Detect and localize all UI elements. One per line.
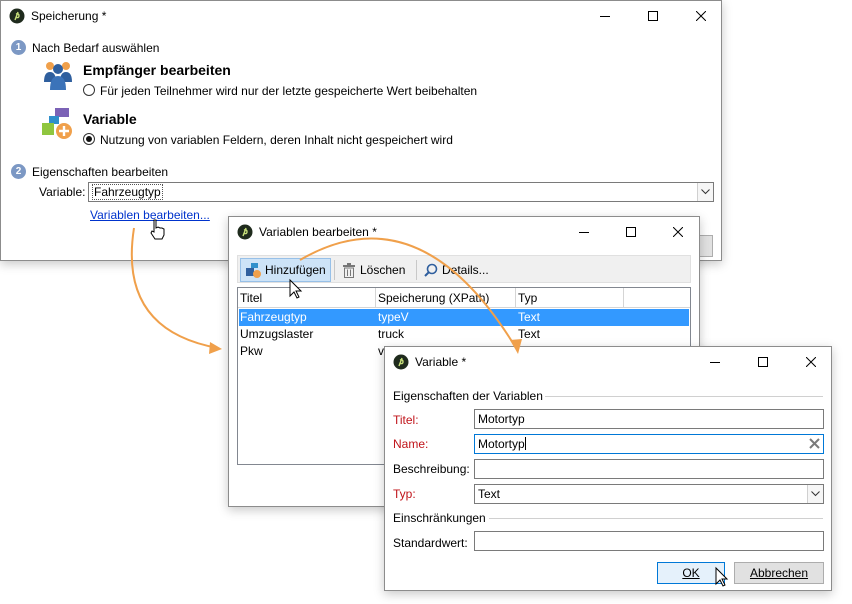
type-label: Typ: [393, 487, 416, 501]
cancel-button-label: Abbrechen [749, 566, 809, 580]
chevron-down-icon [701, 189, 710, 195]
text-caret [524, 437, 526, 450]
details-button[interactable]: Details... [420, 258, 493, 282]
variable-window: Variable * Eigenschaften der Variablen T… [384, 346, 832, 591]
variable-radio[interactable] [83, 133, 95, 145]
section-divider [489, 518, 823, 519]
recipient-option-heading: Empfänger bearbeiten [83, 62, 231, 78]
app-logo-icon [393, 354, 409, 370]
toolbar-separator [416, 260, 417, 280]
name-input-value: Motortyp [478, 437, 525, 451]
title-input[interactable]: Motortyp [474, 409, 824, 429]
add-icon [246, 263, 261, 278]
variable-select-label: Variable: [39, 185, 86, 199]
minimize-icon [710, 362, 720, 363]
default-value-label: Standardwert: [393, 536, 468, 550]
variable-window-title: Variable * [415, 355, 467, 369]
maximize-icon [626, 227, 636, 237]
close-button[interactable] [660, 217, 696, 247]
app-logo-icon [9, 8, 25, 24]
type-select-value: Text [478, 487, 501, 501]
column-divider[interactable] [375, 288, 376, 308]
callout-arrowhead [209, 342, 222, 354]
column-header-xpath[interactable]: Speicherung (XPath) [378, 291, 489, 305]
description-label: Beschreibung: [393, 462, 470, 476]
cell-title: Umzugslaster [240, 327, 314, 341]
clear-field-icon[interactable] [809, 438, 820, 449]
variable-titlebar[interactable]: Variable * [385, 347, 831, 377]
delete-button[interactable]: Löschen [338, 258, 409, 282]
variable-radio-label[interactable]: Nutzung von variablen Feldern, deren Inh… [100, 133, 453, 147]
close-icon [696, 11, 706, 21]
ok-button[interactable]: OK [657, 562, 725, 584]
maximize-button[interactable] [745, 347, 781, 377]
cell-title: Pkw [240, 344, 263, 358]
close-button[interactable] [793, 347, 829, 377]
column-divider[interactable] [623, 288, 624, 308]
variable-select[interactable]: Fahrzeugtyp [88, 182, 714, 202]
variable-select-dropdown[interactable] [697, 183, 713, 201]
minimize-button[interactable] [697, 347, 733, 377]
grid-header: Titel Speicherung (XPath) Typ [238, 288, 690, 308]
minimize-icon [579, 232, 589, 233]
cell-type: Text [518, 310, 541, 324]
section-divider [545, 396, 823, 397]
minimize-button[interactable] [587, 1, 623, 31]
main-window-title: Speicherung * [31, 9, 107, 23]
close-icon [673, 227, 683, 237]
close-icon [806, 357, 816, 367]
step-1-label: Nach Bedarf auswählen [32, 41, 160, 55]
section-properties-label: Eigenschaften der Variablen [393, 389, 543, 403]
add-button[interactable]: Hinzufügen [240, 258, 331, 282]
title-label: Titel: [393, 413, 419, 427]
variable-option-heading: Variable [83, 111, 137, 127]
main-titlebar[interactable]: Speicherung * [1, 1, 721, 31]
table-row[interactable]: Fahrzeugtyp typeV Text [239, 309, 689, 326]
variable-add-icon [42, 108, 72, 139]
app-logo-icon [237, 224, 253, 240]
details-button-label: Details... [442, 263, 489, 277]
maximize-button[interactable] [635, 1, 671, 31]
cell-xpath: typeV [378, 310, 409, 324]
cell-xpath: truck [378, 327, 405, 341]
cell-type: Text [518, 327, 541, 341]
section-constraints-label: Einschränkungen [393, 511, 486, 525]
step-1-badge: 1 [11, 40, 26, 55]
default-value-input[interactable] [474, 531, 824, 551]
toolbar-separator [334, 260, 335, 280]
minimize-icon [600, 16, 610, 17]
step-2-badge: 2 [11, 164, 26, 179]
users-group-icon [44, 62, 72, 90]
cell-title: Fahrzeugtyp [240, 310, 307, 324]
chevron-down-icon [811, 491, 820, 497]
recipient-radio[interactable] [83, 84, 95, 96]
recipient-radio-label[interactable]: Für jeden Teilnehmer wird nur der letzte… [100, 84, 477, 98]
ok-button-label: OK [682, 566, 700, 580]
cancel-button[interactable]: Abbrechen [734, 562, 824, 584]
name-input[interactable]: Motortyp [474, 434, 824, 454]
table-row[interactable]: Umzugslaster truck Text [239, 326, 689, 343]
maximize-icon [758, 357, 768, 367]
close-button[interactable] [683, 1, 719, 31]
maximize-button[interactable] [613, 217, 649, 247]
step-2-label: Eigenschaften bearbeiten [32, 165, 169, 179]
add-button-label: Hinzufügen [265, 263, 326, 277]
edit-variables-link[interactable]: Variablen bearbeiten... [90, 208, 210, 222]
maximize-icon [648, 11, 658, 21]
trash-icon [343, 262, 355, 278]
name-label: Name: [393, 437, 429, 451]
column-header-type[interactable]: Typ [518, 291, 537, 305]
variable-select-value: Fahrzeugtyp [92, 184, 163, 200]
minimize-button[interactable] [566, 217, 602, 247]
column-divider[interactable] [515, 288, 516, 308]
column-header-title[interactable]: Titel [240, 291, 262, 305]
description-input[interactable] [474, 459, 824, 479]
edit-variables-toolbar: Hinzufügen Löschen Details... [237, 255, 691, 283]
edit-variables-titlebar[interactable]: Variablen bearbeiten * [229, 217, 699, 247]
type-select[interactable]: Text [474, 484, 824, 504]
magnifier-icon [424, 263, 438, 277]
edit-variables-title: Variablen bearbeiten * [259, 225, 377, 239]
delete-button-label: Löschen [360, 263, 406, 277]
type-select-dropdown[interactable] [807, 485, 823, 503]
